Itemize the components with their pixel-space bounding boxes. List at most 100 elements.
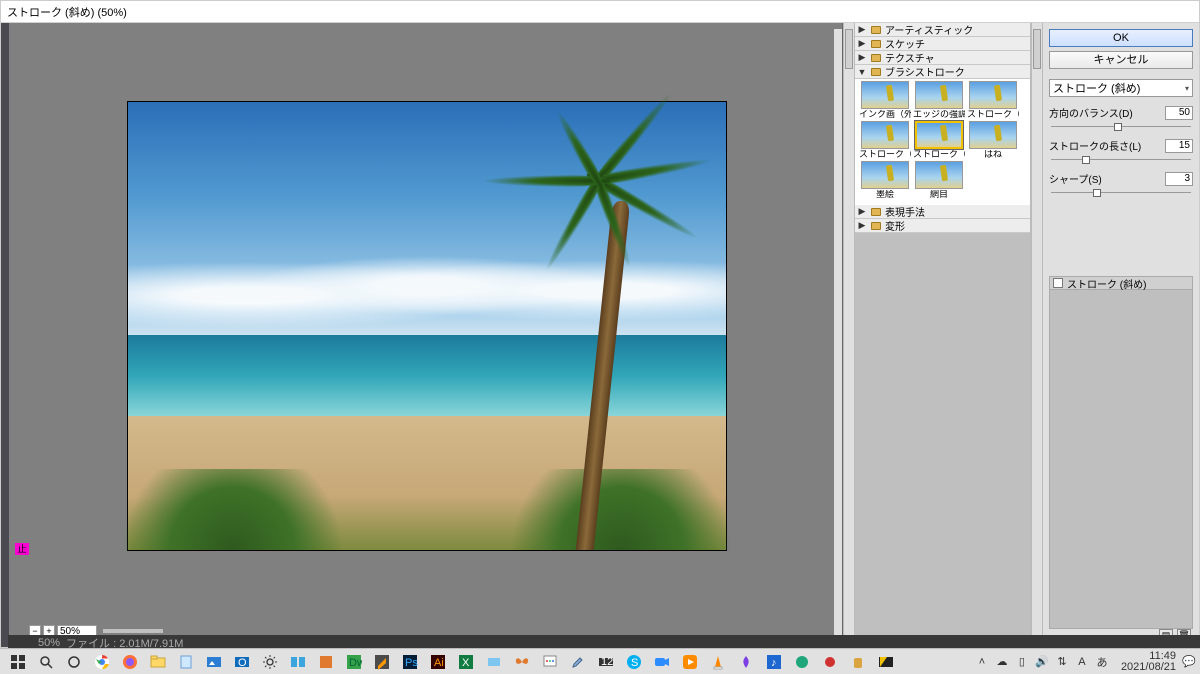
- record-icon[interactable]: [818, 651, 842, 673]
- svg-text:Ps: Ps: [405, 657, 418, 669]
- disclosure-right-icon: ▶: [857, 220, 867, 231]
- category-label: ブラシストローク: [885, 64, 965, 79]
- music-icon[interactable]: ♪: [762, 651, 786, 673]
- svg-text:S: S: [631, 657, 638, 669]
- cloud-icon[interactable]: ☁: [995, 655, 1009, 669]
- visibility-icon[interactable]: [1053, 278, 1063, 288]
- start-button[interactable]: [6, 651, 30, 673]
- globe-icon[interactable]: [790, 651, 814, 673]
- disclosure-right-icon: ▶: [857, 206, 867, 217]
- flame-icon[interactable]: [734, 651, 758, 673]
- left-tool-strip: [1, 23, 9, 647]
- param-sharp-slider[interactable]: [1051, 190, 1191, 196]
- disclosure-down-icon: ▼: [857, 67, 867, 77]
- settings-icon[interactable]: [258, 651, 282, 673]
- cancel-button[interactable]: キャンセル: [1049, 51, 1193, 69]
- category-artistic[interactable]: ▶ アーティスティック: [855, 23, 1030, 37]
- app-stack-icon[interactable]: [314, 651, 338, 673]
- svg-text:X: X: [462, 657, 470, 669]
- collapse-strip-left: [843, 23, 855, 647]
- vlc-icon[interactable]: [706, 651, 730, 673]
- svg-text:Ai: Ai: [434, 657, 444, 669]
- notification-icon[interactable]: 💬: [1182, 655, 1196, 669]
- param-length-slider[interactable]: [1051, 157, 1191, 163]
- category-stylize[interactable]: ▶ 表現手法: [855, 205, 1030, 219]
- category-label: テクスチャ: [885, 50, 935, 65]
- battery-icon[interactable]: ▯: [1015, 655, 1029, 669]
- keyboard-icon[interactable]: 123: [594, 651, 618, 673]
- wifi-icon[interactable]: ⇅: [1055, 655, 1069, 669]
- filter-thumb-spatter[interactable]: はね: [967, 121, 1019, 159]
- disclosure-right-icon: ▶: [857, 38, 867, 49]
- outlook-icon[interactable]: O: [230, 651, 254, 673]
- butterfly-icon[interactable]: [510, 651, 534, 673]
- filter-dropdown[interactable]: ストローク (斜め) ▾: [1049, 79, 1193, 97]
- ime-icon[interactable]: A: [1075, 655, 1089, 669]
- brush-stroke-thumbnails: インク画（外形） エッジの強調 ストローク（スプレー） ストローク（暗） ストロ…: [855, 79, 1030, 205]
- ok-button[interactable]: OK: [1049, 29, 1193, 47]
- zoom-slider[interactable]: [103, 629, 163, 633]
- svg-text:Dw: Dw: [349, 657, 362, 669]
- category-texture[interactable]: ▶ テクスチャ: [855, 51, 1030, 65]
- filter-thumb-ink-outline[interactable]: インク画（外形）: [859, 81, 911, 119]
- collapse-button[interactable]: [1033, 29, 1041, 69]
- filter-thumb-angled-strokes[interactable]: ストローク（斜め）: [913, 121, 965, 159]
- svg-text:O: O: [238, 657, 247, 669]
- taskview-icon[interactable]: [286, 651, 310, 673]
- filter-thumb-dark-strokes[interactable]: ストローク（暗）: [859, 121, 911, 159]
- window-title: ストローク (斜め) (50%): [7, 4, 127, 20]
- tray-chevron-icon[interactable]: ˄: [975, 655, 989, 669]
- search-icon[interactable]: [34, 651, 58, 673]
- cortana-icon[interactable]: [62, 651, 86, 673]
- collapse-button[interactable]: [845, 29, 853, 69]
- filter-thumb-crosshatch[interactable]: 網目: [913, 161, 965, 199]
- disclosure-right-icon: ▶: [857, 24, 867, 35]
- dreamweaver-icon[interactable]: Dw: [342, 651, 366, 673]
- collapse-strip-right: [1031, 23, 1043, 647]
- file-explorer-icon[interactable]: [146, 651, 170, 673]
- param-sharp-input[interactable]: [1165, 172, 1193, 186]
- sublime-icon[interactable]: [370, 651, 394, 673]
- paint-icon[interactable]: [538, 651, 562, 673]
- category-distort[interactable]: ▶ 変形: [855, 219, 1030, 233]
- skype-icon[interactable]: S: [622, 651, 646, 673]
- folder-icon: [871, 68, 881, 76]
- param-length-input[interactable]: [1165, 139, 1193, 153]
- brush-icon[interactable]: [566, 651, 590, 673]
- zoom-icon[interactable]: [650, 651, 674, 673]
- system-tray[interactable]: ˄ ☁ ▯ 🔊 ⇅ A あ 11:49 2021/08/21 💬: [975, 651, 1196, 673]
- param-balance-input[interactable]: [1165, 106, 1193, 120]
- media-player-icon[interactable]: [678, 651, 702, 673]
- canvas-area: − + 止: [9, 23, 843, 647]
- windows-taskbar: O Dw Ps Ai X 123 S ♪ ˄ ☁ ▯ 🔊 ⇅ A あ 11:49…: [0, 648, 1200, 674]
- chrome-icon[interactable]: [90, 651, 114, 673]
- illustrator-icon[interactable]: Ai: [426, 651, 450, 673]
- app-generic-icon[interactable]: [482, 651, 506, 673]
- category-label: 変形: [885, 218, 905, 233]
- stop-indicator: 止: [15, 543, 29, 555]
- photos-icon[interactable]: [202, 651, 226, 673]
- terminal-icon[interactable]: [874, 651, 898, 673]
- category-label: 表現手法: [885, 204, 925, 219]
- taskbar-clock[interactable]: 11:49 2021/08/21: [1121, 651, 1176, 673]
- filter-thumb-sprayed-strokes[interactable]: ストローク（スプレー）: [967, 81, 1019, 119]
- tool-slot[interactable]: [1, 23, 9, 53]
- category-sketch[interactable]: ▶ スケッチ: [855, 37, 1030, 51]
- filter-thumb-sumie[interactable]: 墨絵: [859, 161, 911, 199]
- volume-icon[interactable]: 🔊: [1035, 655, 1049, 669]
- filter-thumb-accented-edges[interactable]: エッジの強調: [913, 81, 965, 119]
- category-brush-strokes[interactable]: ▼ ブラシストローク: [855, 65, 1030, 79]
- applied-filter-header[interactable]: ストローク (斜め): [1049, 276, 1193, 290]
- applied-filter-list[interactable]: [1049, 290, 1193, 629]
- notepad-icon[interactable]: [174, 651, 198, 673]
- firefox-icon[interactable]: [118, 651, 142, 673]
- photoshop-icon[interactable]: Ps: [398, 651, 422, 673]
- jar-icon[interactable]: [846, 651, 870, 673]
- excel-icon[interactable]: X: [454, 651, 478, 673]
- folder-icon: [871, 208, 881, 216]
- image-preview[interactable]: [127, 101, 727, 551]
- param-balance-slider[interactable]: [1051, 124, 1191, 130]
- ime-mode-icon[interactable]: あ: [1095, 655, 1109, 669]
- vertical-scrollbar[interactable]: [834, 29, 842, 635]
- param-sharp-label: シャープ(S): [1049, 171, 1102, 186]
